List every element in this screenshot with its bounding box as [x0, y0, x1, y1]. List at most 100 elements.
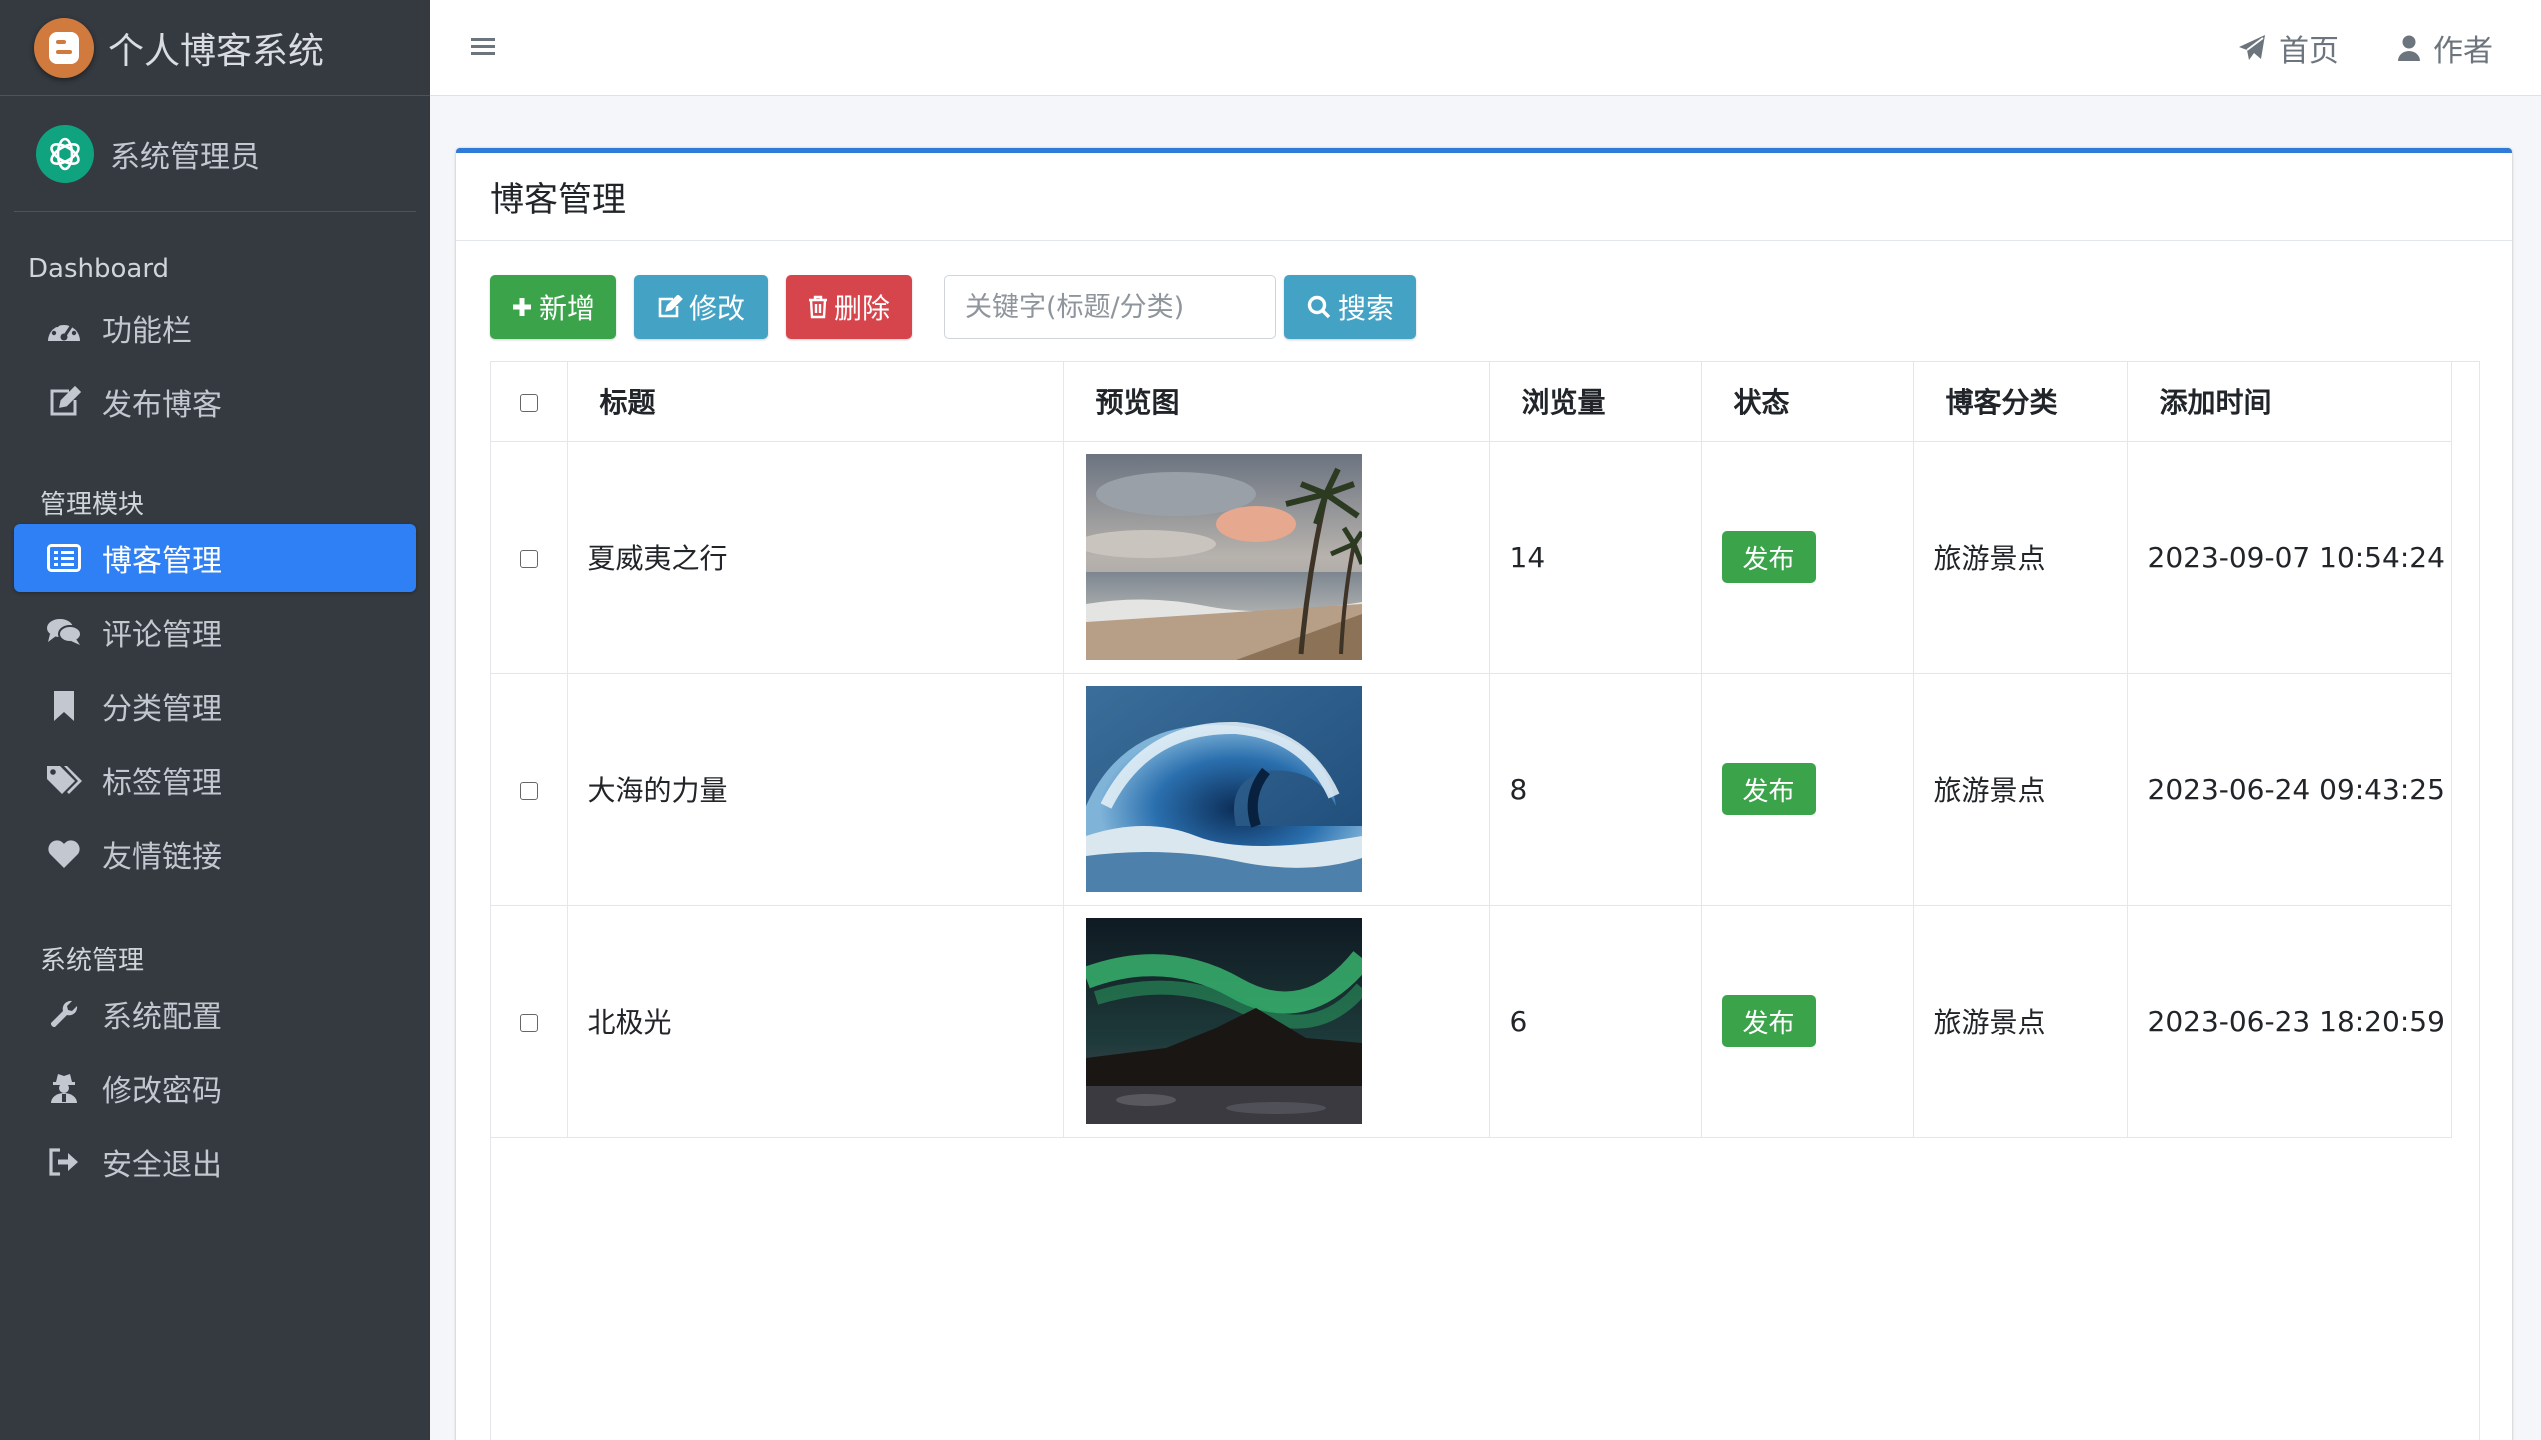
nav-header-management: 管理模块	[40, 490, 145, 520]
sidebar-item-logout[interactable]: 安全退出	[14, 1128, 416, 1196]
status-badge: 发布	[1721, 531, 1816, 583]
row-select-cell	[491, 440, 568, 674]
sidebar-item-tag-management[interactable]: 标签管理	[14, 746, 416, 814]
home-link[interactable]: 首页	[2237, 26, 2339, 70]
blog-category: 旅游景点	[1912, 672, 2128, 906]
sidebar-item-label: 评论管理	[102, 618, 222, 653]
aurora-night-photo	[1085, 918, 1362, 1124]
top-navbar: 首页 作者	[430, 0, 2541, 96]
table-row[interactable]: 夏威夷之行 14 发布 旅游景点 2023-09-07 10:54:24	[491, 440, 2452, 674]
sidebar-item-label: 发布博客	[102, 388, 222, 423]
delete-button-label: 删除	[833, 292, 890, 325]
view-count: 14	[1488, 440, 1702, 674]
blog-title: 大海的力量	[566, 672, 1064, 906]
user-icon	[2398, 35, 2420, 61]
table-header-row: 标题 预览图 浏览量 状态 博客分类 添加时间	[491, 362, 2452, 442]
column-header-title[interactable]: 标题	[566, 362, 1064, 442]
bars-icon[interactable]	[468, 32, 500, 64]
plus-icon	[512, 298, 531, 316]
row-checkbox[interactable]	[519, 781, 538, 800]
blog-management-card: 博客管理 新增 修改 删除 搜索 标题	[456, 148, 2512, 1440]
bookmark-icon	[44, 688, 84, 724]
sidebar: 个人博客系统 系统管理员 Dashboard 功能栏 发布博客 管理模块 博客管…	[0, 0, 430, 1440]
comments-icon	[44, 614, 84, 650]
table-row[interactable]: 北极光 6 发布 旅游景点 2023-06-23 18:20:59	[491, 904, 2452, 1138]
trash-icon	[808, 295, 827, 319]
nav-header-system: 系统管理	[40, 946, 145, 976]
delete-button[interactable]: 删除	[786, 275, 912, 339]
row-select-cell	[491, 904, 568, 1138]
column-header-views[interactable]: 浏览量	[1488, 362, 1702, 442]
blogger-icon	[34, 17, 94, 78]
sidebar-item-dashboard[interactable]: 功能栏	[14, 294, 416, 362]
table-row[interactable]: 大海的力量 8 发布 旅游景点 2023-06-24 09:43:25	[491, 672, 2452, 906]
row-select-cell	[491, 672, 568, 906]
status-cell: 发布	[1700, 904, 1914, 1138]
nav-header-dashboard: Dashboard	[28, 254, 170, 284]
top-links: 首页 作者	[2237, 0, 2493, 96]
sign-out-icon	[44, 1144, 84, 1180]
sidebar-item-label: 功能栏	[102, 314, 192, 349]
user-secret-icon	[44, 1070, 84, 1106]
edit-button[interactable]: 修改	[634, 275, 768, 339]
blog-category: 旅游景点	[1912, 904, 2128, 1138]
sidebar-item-friend-links[interactable]: 友情链接	[14, 820, 416, 888]
column-header-status[interactable]: 状态	[1700, 362, 1914, 442]
search-icon	[1307, 295, 1331, 319]
card-title: 博客管理	[456, 153, 2512, 241]
sidebar-item-label: 系统配置	[102, 1000, 222, 1035]
preview-cell	[1062, 440, 1490, 674]
home-link-label: 首页	[2279, 34, 2339, 69]
column-header-preview[interactable]: 预览图	[1062, 362, 1490, 442]
search-button[interactable]: 搜索	[1284, 275, 1416, 339]
brand-title: 个人博客系统	[108, 30, 325, 72]
brand-link[interactable]: 个人博客系统	[0, 0, 430, 96]
blog-title: 夏威夷之行	[566, 440, 1064, 674]
add-button[interactable]: 新增	[490, 275, 616, 339]
status-badge: 发布	[1721, 763, 1816, 815]
sidebar-item-label: 安全退出	[102, 1148, 222, 1183]
edit-button-label: 修改	[688, 292, 745, 325]
toolbar: 新增 修改 删除 搜索	[490, 275, 1416, 339]
sidebar-item-publish-blog[interactable]: 发布博客	[14, 368, 416, 436]
dashboard-icon	[44, 310, 84, 346]
author-link[interactable]: 作者	[2397, 26, 2493, 70]
column-header-created[interactable]: 添加时间	[2126, 362, 2452, 442]
search-button-label: 搜索	[1337, 292, 1394, 325]
sidebar-item-label: 标签管理	[102, 766, 222, 801]
paper-plane-icon	[2239, 35, 2265, 60]
blog-table: 标题 预览图 浏览量 状态 博客分类 添加时间 夏威夷之行 14 发布 旅游景点…	[491, 362, 2452, 1138]
view-count: 6	[1488, 904, 1702, 1138]
user-panel[interactable]: 系统管理员	[14, 96, 416, 212]
sidebar-item-comment-management[interactable]: 评论管理	[14, 598, 416, 666]
created-time: 2023-06-24 09:43:25	[2126, 672, 2452, 906]
sidebar-item-label: 友情链接	[102, 840, 222, 875]
sidebar-item-label: 修改密码	[102, 1074, 222, 1109]
row-checkbox[interactable]	[519, 1013, 538, 1032]
column-header-category[interactable]: 博客分类	[1912, 362, 2128, 442]
tags-icon	[44, 762, 84, 798]
row-checkbox[interactable]	[519, 549, 538, 568]
blog-category: 旅游景点	[1912, 440, 2128, 674]
sidebar-item-label: 分类管理	[102, 692, 222, 727]
select-all-checkbox[interactable]	[519, 393, 538, 412]
sidebar-item-change-password[interactable]: 修改密码	[14, 1054, 416, 1122]
sidebar-item-category-management[interactable]: 分类管理	[14, 672, 416, 740]
wrench-icon	[44, 996, 84, 1032]
search-input[interactable]	[944, 275, 1276, 339]
blog-table-container: 标题 预览图 浏览量 状态 博客分类 添加时间 夏威夷之行 14 发布 旅游景点…	[490, 361, 2480, 1440]
sidebar-item-blog-management[interactable]: 博客管理	[14, 524, 416, 592]
author-link-label: 作者	[2433, 34, 2493, 69]
list-icon	[44, 540, 84, 576]
sidebar-item-label: 博客管理	[102, 544, 222, 579]
beach-palm-trees-photo	[1085, 454, 1362, 660]
openai-logo-icon	[36, 124, 94, 183]
sidebar-item-system-config[interactable]: 系统配置	[14, 980, 416, 1048]
select-all-cell	[491, 362, 568, 442]
created-time: 2023-09-07 10:54:24	[2126, 440, 2452, 674]
preview-cell	[1062, 672, 1490, 906]
ocean-wave-photo	[1085, 686, 1362, 892]
add-button-label: 新增	[538, 292, 595, 325]
created-time: 2023-06-23 18:20:59	[2126, 904, 2452, 1138]
preview-cell	[1062, 904, 1490, 1138]
